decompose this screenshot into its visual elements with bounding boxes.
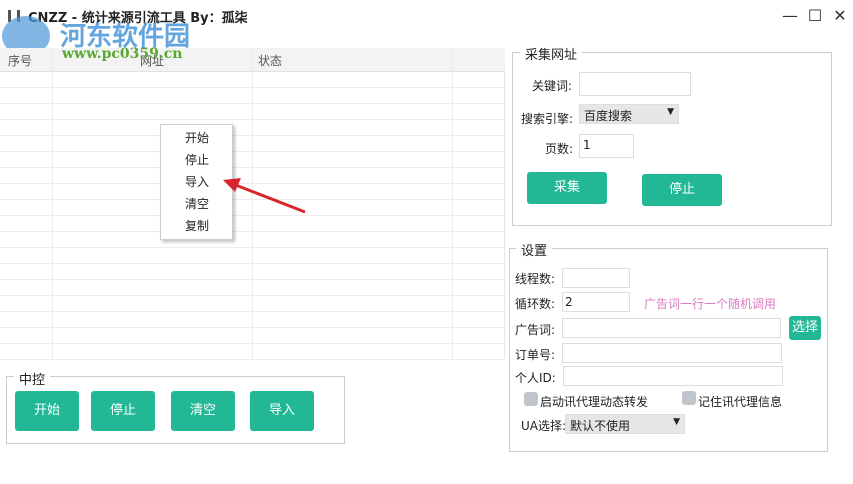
threads-label: 线程数: (515, 272, 556, 286)
header-status[interactable]: 状态 (258, 52, 282, 69)
clear-button[interactable]: 清空 (171, 391, 235, 431)
proxy-dynamic-label: 启动讯代理动态转发 (540, 395, 649, 409)
engine-select[interactable]: 百度搜索 ▼ (579, 104, 679, 124)
order-input[interactable] (562, 343, 782, 363)
watermark-url: www.pc0359.cn (62, 46, 183, 62)
order-label: 订单号: (515, 348, 556, 362)
chevron-down-icon: ▼ (673, 417, 680, 427)
menu-item-start[interactable]: 开始 (161, 127, 233, 149)
select-ad-button[interactable]: 选择 (789, 316, 821, 340)
settings-title: 设置 (516, 240, 553, 259)
proxy-dynamic-checkbox[interactable] (524, 392, 538, 406)
pages-label: 页数: (545, 142, 574, 156)
keyword-input[interactable] (579, 72, 691, 96)
id-label: 个人ID: (515, 371, 556, 385)
pages-input[interactable]: 1 (579, 134, 634, 158)
ua-value: 默认不使用 (570, 419, 631, 433)
maximize-button[interactable]: ☐ (805, 6, 825, 26)
ad-input[interactable] (562, 318, 781, 338)
collect-button[interactable]: 采集 (527, 172, 607, 204)
column-divider (52, 48, 53, 358)
import-button[interactable]: 导入 (250, 391, 314, 431)
minimize-button[interactable]: — (780, 6, 800, 26)
ua-label: UA选择: (521, 419, 567, 433)
close-button[interactable]: ✕ (830, 6, 850, 26)
ad-label: 广告词: (515, 323, 556, 337)
ua-select[interactable]: 默认不使用 ▼ (565, 414, 685, 434)
id-input[interactable] (563, 366, 783, 386)
header-index[interactable]: 序号 (8, 52, 32, 69)
proxy-remember-label: 记住讯代理信息 (698, 395, 783, 409)
ad-hint: 广告词一行一个随机调用 (644, 297, 777, 311)
loops-input[interactable]: 2 (562, 292, 630, 312)
chevron-down-icon: ▼ (667, 107, 674, 117)
control-title: 中控 (14, 369, 51, 388)
engine-value: 百度搜索 (584, 109, 633, 123)
column-divider (452, 48, 453, 358)
loops-label: 循环数: (515, 297, 556, 311)
start-button[interactable]: 开始 (15, 391, 79, 431)
threads-input[interactable] (562, 268, 630, 288)
engine-label: 搜索引擎: (521, 112, 574, 126)
keyword-label: 关键词: (532, 79, 573, 93)
menu-item-stop[interactable]: 停止 (161, 149, 233, 171)
stop-collect-button[interactable]: 停止 (642, 174, 722, 206)
red-arrow-annotation (223, 178, 306, 214)
proxy-remember-checkbox[interactable] (682, 391, 696, 405)
collect-title: 采集网址 (520, 44, 583, 63)
stop-button[interactable]: 停止 (91, 391, 155, 431)
